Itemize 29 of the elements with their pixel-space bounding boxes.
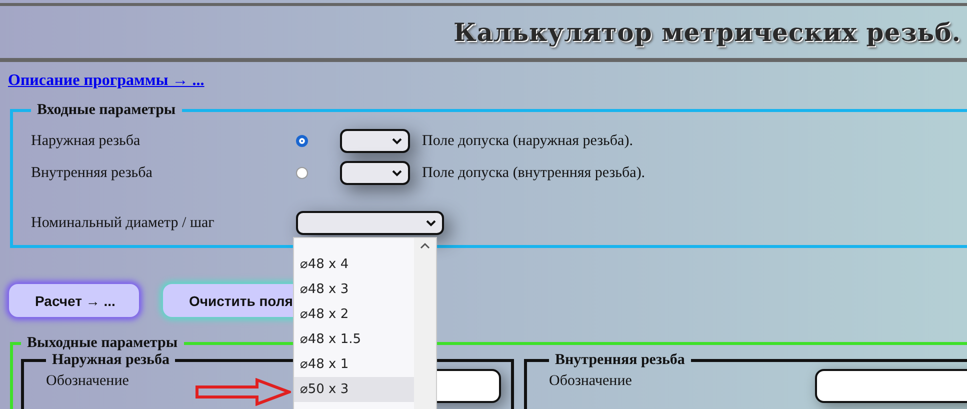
group-legend: Наружная резьба xyxy=(46,352,176,369)
radio-button[interactable] xyxy=(296,167,308,179)
description-link[interactable]: Описание программы → ... xyxy=(8,72,204,90)
thread-type-label: Наружная резьба xyxy=(31,132,142,150)
thread-type-label: Внутренняя резьба xyxy=(31,164,154,182)
chevron-down-icon xyxy=(392,170,402,176)
tolerance-select[interactable] xyxy=(340,129,410,153)
action-button[interactable]: Расчет → ... xyxy=(9,284,139,317)
chevron-up-icon xyxy=(420,242,430,249)
page-title: Калькулятор метрических резьб. xyxy=(454,18,961,46)
dropdown-option[interactable]: ⌀48 x 1 xyxy=(294,352,414,377)
field-label: Обозначение xyxy=(549,373,632,390)
group-legend: Внутренняя резьба xyxy=(549,352,691,369)
chevron-down-icon xyxy=(392,138,402,144)
radio-button[interactable] xyxy=(296,135,308,147)
scrollbar[interactable] xyxy=(414,238,436,409)
output-field[interactable] xyxy=(815,369,967,403)
panel-legend: Выходные параметры xyxy=(21,335,184,352)
tolerance-label: Поле допуска (внутренняя резьба). xyxy=(422,164,646,182)
field-label: Обозначение xyxy=(46,373,129,390)
dropdown-option[interactable]: ⌀48 x 4 xyxy=(294,252,414,277)
tolerance-select[interactable] xyxy=(340,161,410,185)
diameter-select[interactable] xyxy=(296,211,444,235)
diameter-label: Номинальный диаметр / шаг xyxy=(31,214,216,232)
tolerance-label: Поле допуска (наружная резьба). xyxy=(422,132,633,150)
panel-legend: Входные параметры xyxy=(31,102,182,119)
dropdown-option[interactable]: ⌀48 x 1.5 xyxy=(294,327,414,352)
chevron-down-icon xyxy=(426,220,436,226)
dropdown-option[interactable]: ⌀50 x 3 xyxy=(294,377,414,402)
